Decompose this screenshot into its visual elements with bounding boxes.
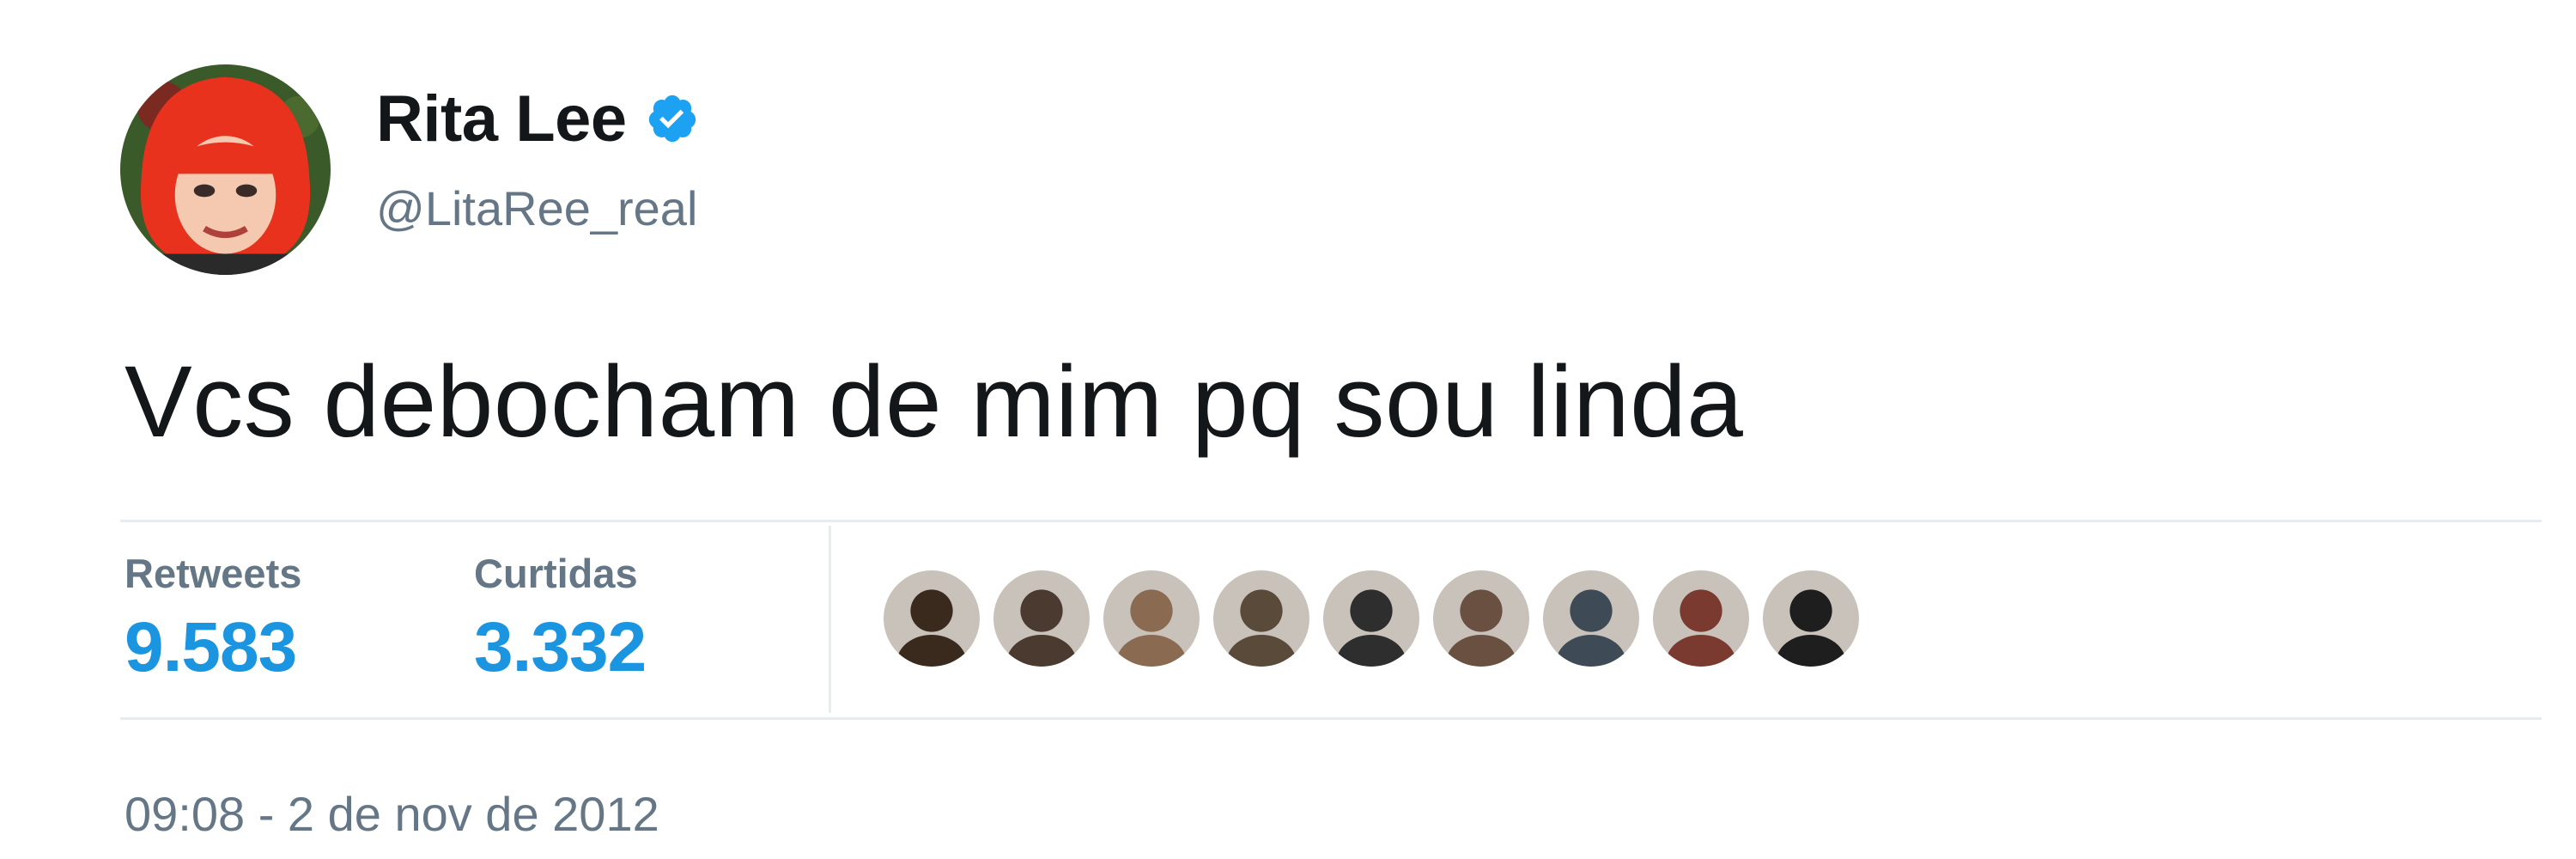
retweets-count: 9.583 (125, 608, 297, 686)
liker-avatar[interactable] (990, 567, 1093, 670)
avatar-icon (1213, 570, 1309, 667)
likes-stat[interactable]: Curtidas 3.332 (474, 550, 647, 688)
liker-avatar[interactable] (1320, 567, 1423, 670)
tweet-card: Rita Lee @LitaRee_real Vcs debocham de m… (0, 0, 2576, 859)
liker-avatar[interactable] (1430, 567, 1533, 670)
user-handle[interactable]: @LitaRee_real (376, 180, 697, 236)
stats-divider-bottom (120, 717, 2542, 720)
stats-divider-top (120, 520, 2542, 522)
retweets-stat[interactable]: Retweets 9.583 (125, 550, 301, 688)
liker-avatar[interactable] (1540, 567, 1643, 670)
avatar-icon (1543, 570, 1639, 667)
avatar-icon (993, 570, 1090, 667)
liker-avatar[interactable] (1100, 567, 1203, 670)
liker-avatar[interactable] (880, 567, 983, 670)
tweet-text: Vcs debocham de mim pq sou linda (125, 345, 1744, 459)
tweet-timestamp[interactable]: 09:08 - 2 de nov de 2012 (125, 786, 659, 842)
verified-badge-icon (646, 92, 699, 145)
name-row: Rita Lee (376, 76, 699, 161)
liker-avatar[interactable] (1210, 567, 1313, 670)
profile-avatar[interactable] (120, 64, 331, 275)
likes-count: 3.332 (474, 608, 647, 686)
liker-avatar[interactable] (1759, 567, 1862, 670)
avatar-image (120, 64, 331, 275)
avatar-icon (1323, 570, 1419, 667)
avatar-icon (1653, 570, 1749, 667)
stats-separator (829, 526, 831, 713)
avatar-icon (1763, 570, 1859, 667)
display-name[interactable]: Rita Lee (376, 82, 627, 156)
avatar-icon (884, 570, 980, 667)
avatar-icon (1103, 570, 1200, 667)
liker-avatar[interactable] (1649, 567, 1753, 670)
likes-label: Curtidas (474, 551, 638, 596)
avatar-icon (1433, 570, 1529, 667)
liker-avatars (880, 567, 1869, 670)
retweets-label: Retweets (125, 551, 302, 596)
